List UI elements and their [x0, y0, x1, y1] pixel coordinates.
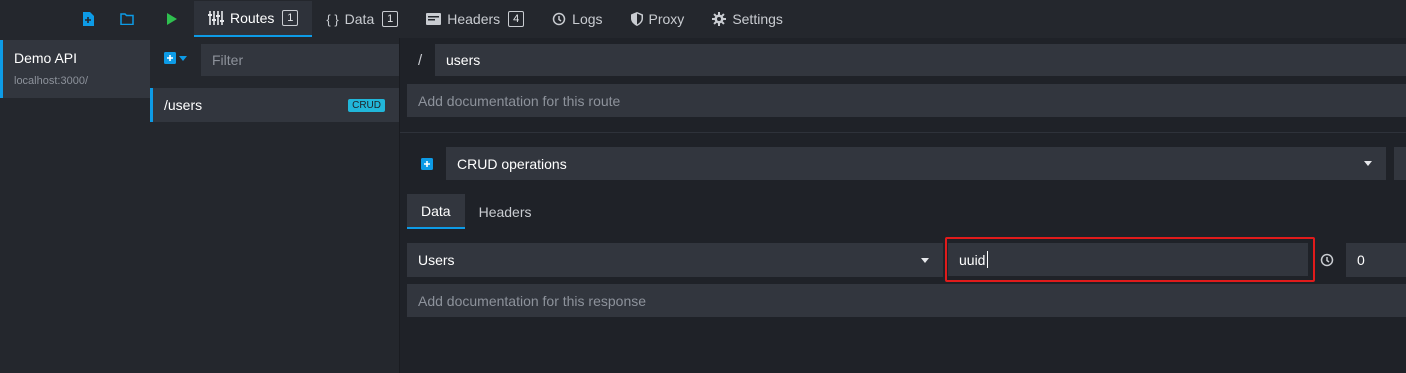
start-server-button[interactable] [150, 0, 194, 38]
history-icon [552, 12, 566, 26]
open-folder-icon[interactable] [120, 13, 134, 25]
route-path-input[interactable] [435, 44, 1406, 76]
tab-proxy[interactable]: Proxy [617, 1, 699, 37]
routes-panel: /users CRUD [150, 38, 400, 373]
environments-panel: Demo API localhost:3000/ [0, 38, 150, 373]
subtab-data[interactable]: Data [407, 194, 465, 229]
shield-icon [630, 12, 643, 26]
text-cursor [987, 251, 988, 268]
divider [400, 132, 1406, 133]
chevron-down-icon [921, 257, 929, 263]
plus-square-icon [421, 158, 433, 170]
crud-badge: CRUD [348, 98, 385, 112]
tab-proxy-label: Proxy [648, 11, 685, 27]
tab-headers[interactable]: Headers 4 [412, 1, 538, 37]
environment-name: Demo API [14, 50, 78, 66]
tab-data-label: Data [344, 11, 375, 27]
tab-logs[interactable]: Logs [538, 1, 616, 37]
route-item[interactable]: /users CRUD [150, 88, 399, 122]
environment-toolbar [0, 0, 150, 38]
new-file-icon[interactable] [82, 12, 94, 26]
data-bucket-select[interactable]: Users [407, 243, 943, 277]
add-response-button[interactable] [421, 157, 433, 173]
routes-sliders-icon [208, 11, 224, 25]
top-bar: Routes 1 { } Data 1 Headers 4 Logs Proxy [0, 0, 1406, 38]
environment-url: localhost:3000/ [14, 75, 88, 87]
tab-headers-label: Headers [447, 11, 501, 27]
route-documentation-input[interactable] [407, 84, 1406, 117]
headers-card-icon [426, 13, 442, 25]
path-prefix: / [418, 52, 423, 69]
route-editor: / CRUD operations Data Headers Users [400, 38, 1406, 373]
route-path-label: /users [164, 97, 203, 113]
crud-key-input[interactable] [948, 243, 1308, 276]
subtab-headers[interactable]: Headers [465, 194, 546, 229]
plus-square-icon [164, 52, 176, 64]
response-select[interactable]: CRUD operations [446, 147, 1386, 180]
tab-routes-label: Routes [230, 10, 275, 26]
tab-settings-label: Settings [732, 11, 783, 27]
gear-icon [712, 12, 727, 26]
latency-input[interactable] [1346, 243, 1406, 277]
clock-icon [1320, 253, 1334, 270]
response-subtabs: Data Headers [407, 194, 546, 229]
main-tabs: Routes 1 { } Data 1 Headers 4 Logs Proxy [150, 0, 797, 38]
routes-count-badge: 1 [282, 10, 299, 26]
caret-down-icon [179, 55, 187, 61]
tab-logs-label: Logs [572, 11, 603, 27]
chevron-down-icon [1364, 161, 1372, 166]
response-select-value: CRUD operations [457, 155, 567, 172]
data-bucket-value: Users [418, 252, 455, 268]
routes-filter-input[interactable] [201, 44, 399, 76]
tab-routes[interactable]: Routes 1 [194, 1, 313, 37]
tab-settings[interactable]: Settings [698, 1, 797, 37]
braces-icon: { } [326, 11, 339, 27]
add-route-button[interactable] [164, 52, 187, 64]
play-icon [167, 13, 177, 25]
tab-data[interactable]: { } Data 1 [312, 1, 412, 37]
data-count-badge: 1 [382, 11, 399, 27]
environment-item[interactable]: Demo API localhost:3000/ [0, 40, 150, 98]
response-documentation-input[interactable] [407, 284, 1406, 317]
headers-count-badge: 4 [508, 11, 525, 27]
response-options-button[interactable] [1394, 147, 1406, 180]
